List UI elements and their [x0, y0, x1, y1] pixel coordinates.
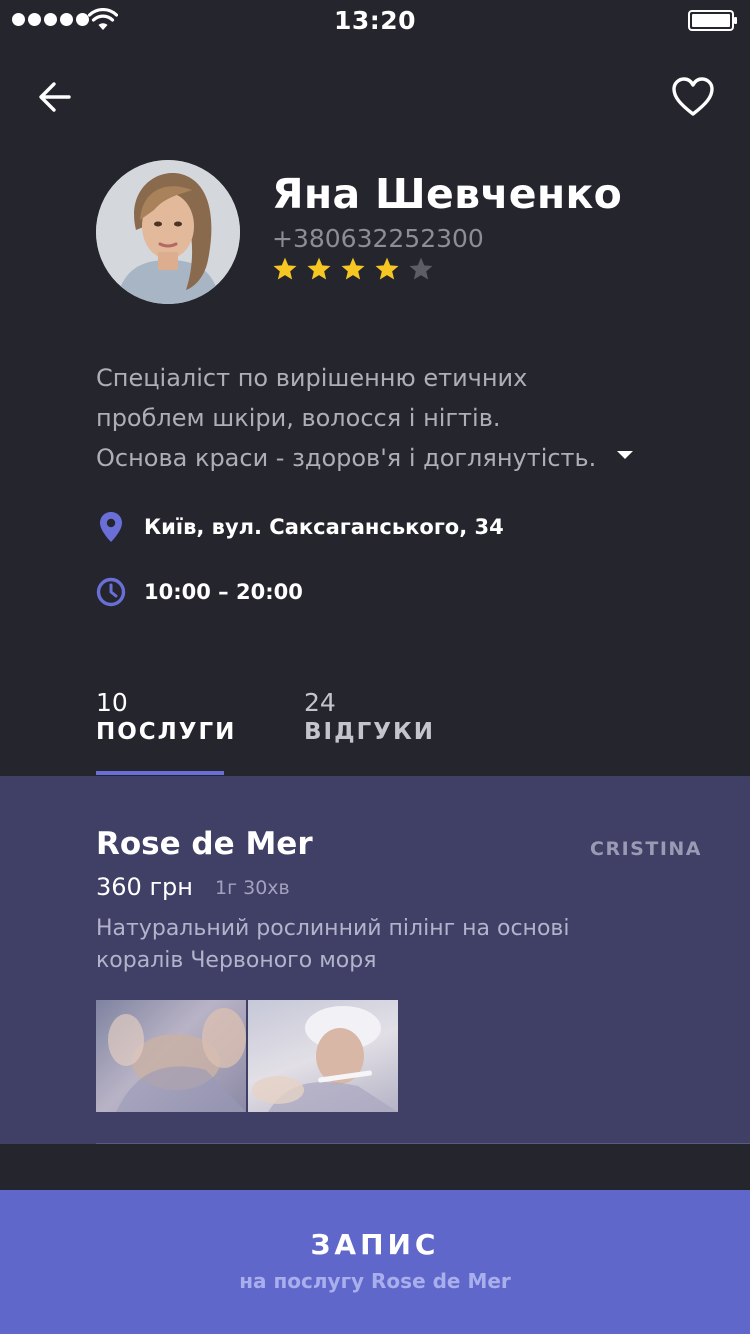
battery-icon: [688, 10, 737, 31]
divider: [96, 1143, 750, 1144]
description-line: Спеціаліст по вирішенню етичних: [96, 364, 528, 392]
tab-reviews-label: ВІДГУКИ: [304, 719, 436, 745]
service-photo[interactable]: [248, 1000, 398, 1112]
back-button[interactable]: [30, 72, 80, 122]
service-description-line: Натуральний рослинний пілінг на основі: [96, 916, 570, 941]
star-icon: [273, 257, 297, 280]
specialist-profile-screen: 13:20 Яна Шевченко +380632252300 Спеціал…: [0, 0, 750, 1334]
service-description-line: коралів Червоного моря: [96, 948, 377, 973]
service-photo[interactable]: [96, 1000, 246, 1112]
specialist-description: Спеціаліст по вирішенню етичних проблем …: [96, 358, 626, 478]
service-title: Rose de Mer: [96, 826, 313, 862]
rating-stars: [272, 256, 434, 282]
tab-services-count: 10: [96, 688, 128, 717]
favorite-button[interactable]: [666, 70, 720, 124]
working-hours-row: 10:00 – 20:00: [96, 576, 303, 608]
star-icon: [341, 257, 365, 280]
service-photo-image: [252, 1006, 398, 1112]
heart-icon: [672, 77, 714, 116]
star-icon: [375, 257, 399, 280]
star-icon: [307, 257, 331, 280]
service-master-name: CRISTINA: [590, 838, 702, 860]
star-icon: [409, 257, 433, 280]
address-row[interactable]: Київ, вул. Саксаганського, 34: [96, 511, 504, 543]
specialist-name: Яна Шевченко: [272, 170, 623, 218]
service-price: 360 грн: [96, 873, 193, 901]
status-time: 13:20: [333, 6, 417, 35]
book-button-subtitle: на послугу Rose de Mer: [239, 1269, 511, 1293]
status-bar: 13:20: [0, 0, 750, 40]
back-arrow-icon: [39, 82, 71, 112]
clock-icon: [96, 577, 126, 607]
tab-services-label: ПОСЛУГИ: [96, 719, 237, 745]
location-pin-icon: [100, 512, 122, 542]
avatar-photo: [96, 160, 240, 304]
tab-reviews[interactable]: 24 ВІДГУКИ: [304, 688, 435, 746]
avatar: [96, 160, 240, 304]
service-description: Натуральний рослинний пілінг на основі к…: [96, 913, 616, 977]
working-hours-text: 10:00 – 20:00: [144, 580, 303, 604]
book-appointment-button[interactable]: ЗАПИС на послугу Rose de Mer: [0, 1190, 750, 1334]
service-photo-image: [108, 1008, 246, 1112]
address-text: Київ, вул. Саксаганського, 34: [144, 515, 504, 539]
description-line: проблем шкіри, волосся і нігтів.: [96, 404, 501, 432]
book-button-title: ЗАПИС: [310, 1228, 440, 1261]
specialist-phone[interactable]: +380632252300: [272, 224, 484, 253]
tab-reviews-count: 24: [304, 688, 336, 717]
active-tab-indicator: [96, 771, 224, 775]
tab-services[interactable]: 10 ПОСЛУГИ: [96, 688, 236, 746]
chevron-down-icon[interactable]: [612, 445, 638, 465]
service-card[interactable]: Rose de Mer CRISTINA 360 грн 1г 30хв Нат…: [0, 776, 750, 1144]
service-duration: 1г 30хв: [215, 877, 290, 899]
description-line: Основа краси - здоров'я і доглянутість.: [96, 444, 597, 472]
